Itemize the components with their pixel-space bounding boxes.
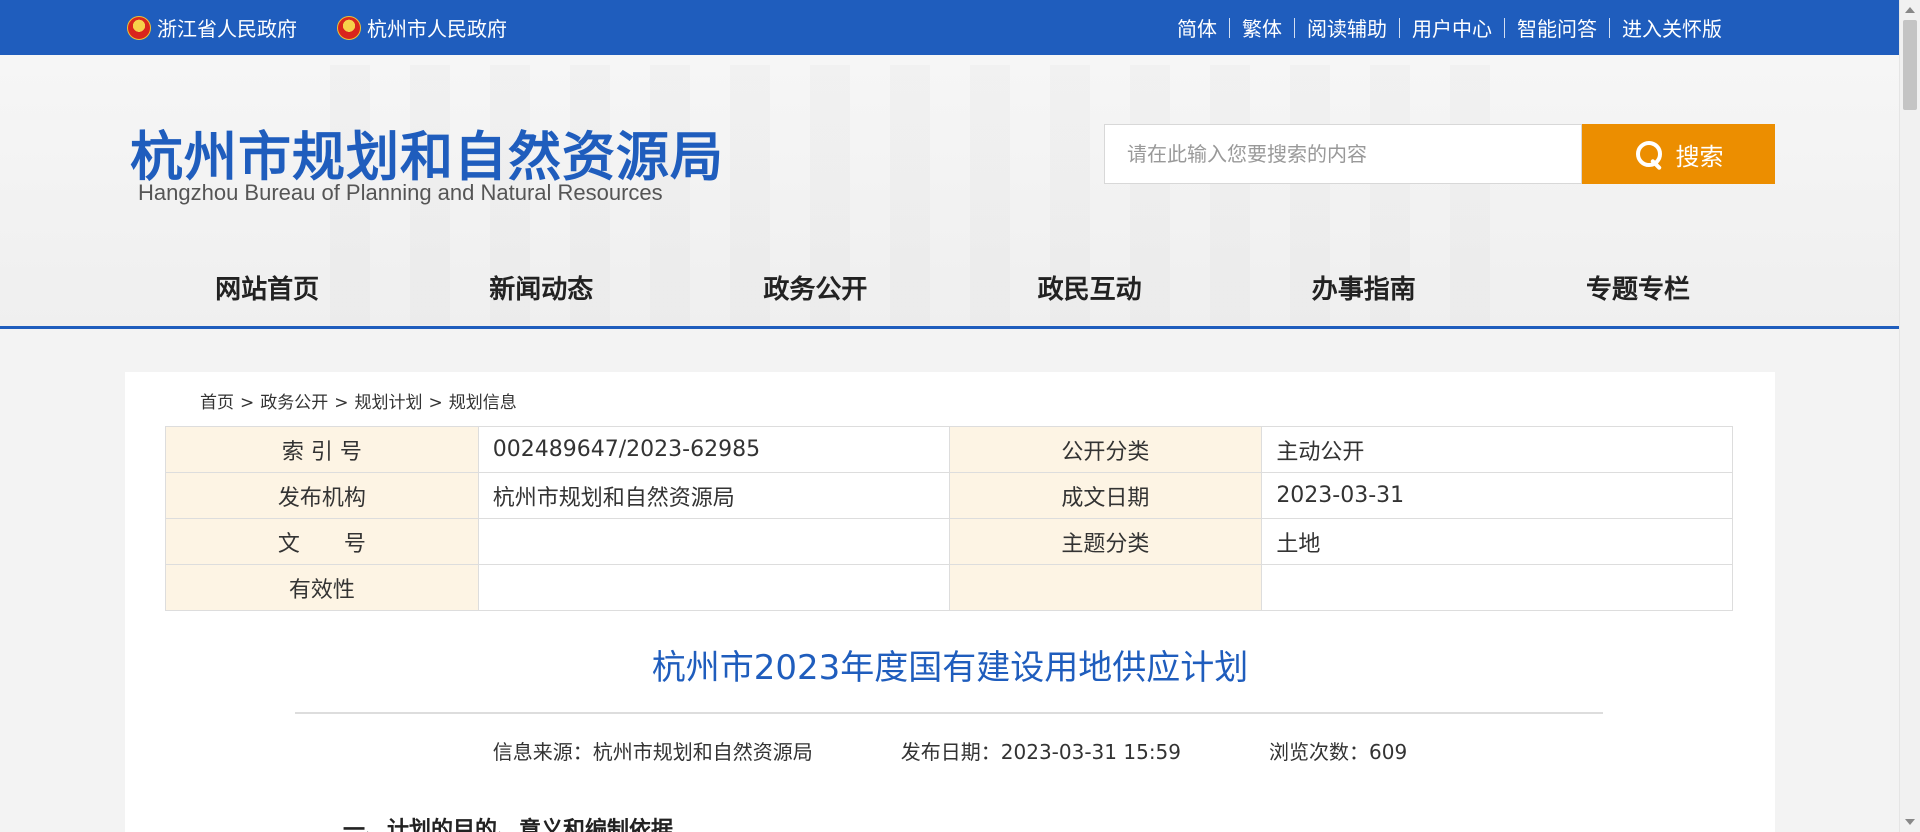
article-source: 信息来源：杭州市规划和自然资源局 [492,740,813,764]
nav-divider [0,326,1899,329]
zhejiang-gov-label: 浙江省人民政府 [157,17,297,41]
meta-value-category: 主动公开 [1261,426,1733,473]
meta-value-written-date: 2023-03-31 [1261,472,1733,519]
meta-value-topic: 土地 [1261,518,1733,565]
site-logo-subtitle: Hangzhou Bureau of Planning and Natural … [138,180,663,205]
search-button[interactable]: 搜索 [1582,124,1775,184]
hangzhou-gov-link[interactable]: 杭州市人民政府 [337,13,507,42]
divider [1229,17,1230,38]
table-row: 文 号 主题分类 土地 [165,518,1733,565]
breadcrumb-planning-info[interactable]: 规划信息 [449,393,517,413]
meta-key-written-date: 成文日期 [948,472,1263,519]
breadcrumb-planning[interactable]: 规划计划 [355,393,423,413]
hangzhou-gov-label: 杭州市人民政府 [367,17,507,41]
meta-value-publisher: 杭州市规划和自然资源局 [477,472,950,519]
title-divider [295,712,1603,714]
nav-item-home[interactable]: 网站首页 [130,260,404,320]
scrollbar-thumb[interactable] [1903,20,1917,110]
meta-key-empty [948,564,1263,611]
article-publish-date: 发布日期：2023-03-31 15:59 [900,740,1182,764]
breadcrumb-home[interactable]: 首页 [200,393,234,413]
divider [1504,17,1505,38]
meta-value-validity [477,564,950,611]
breadcrumb-sep: > [334,393,349,413]
meta-key-category: 公开分类 [948,426,1263,473]
elder-mode-link[interactable]: 进入关怀版 [1610,13,1734,42]
main-nav: 网站首页 新闻动态 政务公开 政民互动 办事指南 专题专栏 [130,260,1775,320]
meta-key-publisher: 发布机构 [165,472,479,519]
article-views: 浏览次数：609 [1269,740,1408,764]
nav-item-gov-info[interactable]: 政务公开 [678,260,952,320]
divider [1609,17,1610,38]
simplified-chinese-link[interactable]: 简体 [1165,13,1229,42]
meta-key-topic: 主题分类 [948,518,1263,565]
scroll-down-arrow-icon[interactable] [1905,819,1915,825]
table-row: 发布机构 杭州市规划和自然资源局 成文日期 2023-03-31 [165,472,1733,519]
national-emblem-icon [337,15,361,40]
site-header: 杭州市规划和自然资源局 Hangzhou Bureau of Planning … [0,55,1899,328]
reading-assist-link[interactable]: 阅读辅助 [1295,13,1399,42]
search-input[interactable] [1104,124,1582,184]
page-scrollbar[interactable] [1899,0,1920,832]
nav-item-services[interactable]: 办事指南 [1227,260,1501,320]
article-info: 信息来源：杭州市规划和自然资源局 发布日期：2023-03-31 15:59 浏… [125,736,1775,765]
table-row: 索 引 号 002489647/2023-62985 公开分类 主动公开 [165,426,1733,473]
smart-qa-link[interactable]: 智能问答 [1505,13,1609,42]
article-title: 杭州市2023年度国有建设用地供应计划 [651,648,1249,688]
user-center-link[interactable]: 用户中心 [1400,13,1504,42]
nav-item-news[interactable]: 新闻动态 [404,260,678,320]
breadcrumb-sep: > [240,393,255,413]
metadata-table: 索 引 号 002489647/2023-62985 公开分类 主动公开 发布机… [165,426,1733,611]
meta-value-empty [1261,564,1733,611]
utility-links: 简体 繁体 阅读辅助 用户中心 智能问答 进入关怀版 [1165,0,1734,55]
meta-value-index: 002489647/2023-62985 [477,426,950,473]
meta-key-validity: 有效性 [165,564,479,611]
article-panel: 首页 > 政务公开 > 规划计划 > 规划信息 索 引 号 002489647/2023-6… [125,372,1775,832]
traditional-chinese-link[interactable]: 繁体 [1230,13,1294,42]
zhejiang-gov-link[interactable]: 浙江省人民政府 [127,13,297,42]
nav-item-interaction[interactable]: 政民互动 [953,260,1227,320]
breadcrumb-sep: > [428,393,443,413]
search-button-label: 搜索 [1675,142,1724,171]
nav-item-topics[interactable]: 专题专栏 [1501,260,1775,320]
breadcrumb: 首页 > 政务公开 > 规划计划 > 规划信息 [200,388,517,413]
meta-key-index: 索 引 号 [165,426,479,473]
top-bar: 浙江省人民政府 杭州市人民政府 简体 繁体 阅读辅助 用户中心 智能问答 进入关… [0,0,1899,55]
divider [1294,17,1295,38]
search-icon [1634,139,1664,169]
section-heading: 一、计划的目的、意义和编制依据 [343,818,674,832]
meta-value-doc-number [477,518,950,565]
gov-links: 浙江省人民政府 杭州市人民政府 [127,0,507,55]
search-bar: 搜索 [1104,124,1775,184]
table-row: 有效性 [165,564,1733,611]
scroll-up-arrow-icon[interactable] [1905,7,1915,13]
national-emblem-icon [127,15,151,40]
divider [1399,17,1400,38]
breadcrumb-gov-info[interactable]: 政务公开 [260,393,328,413]
meta-key-doc-number: 文 号 [165,518,479,565]
